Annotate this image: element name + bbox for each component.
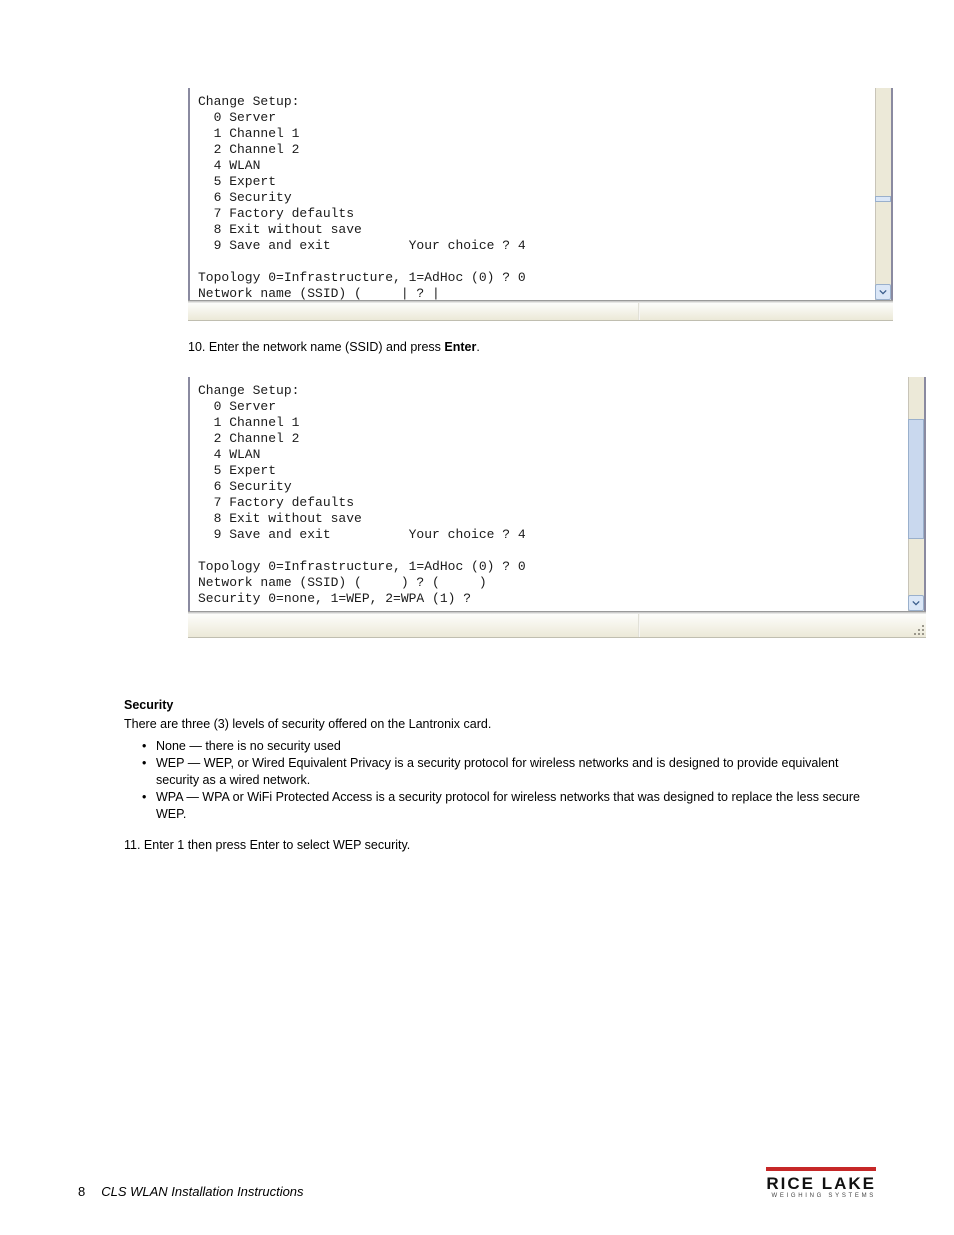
security-bullet: WEP — WEP, or Wired Equivalent Privacy i… bbox=[142, 755, 884, 789]
scrollbar-2[interactable] bbox=[908, 377, 924, 611]
scrollbar-1[interactable] bbox=[875, 88, 891, 300]
security-bullet: WPA — WPA or WiFi Protected Access is a … bbox=[142, 789, 884, 823]
security-bullets: None — there is no security usedWEP — WE… bbox=[142, 738, 884, 823]
taskbar-1 bbox=[188, 300, 893, 321]
enter-key-label-2: Enter bbox=[250, 838, 280, 852]
step-10-post: . bbox=[476, 340, 479, 354]
terminal-text-2: Change Setup: 0 Server 1 Channel 1 2 Cha… bbox=[190, 377, 924, 615]
step-10-pre: 10. Enter the network name (SSID) and pr… bbox=[188, 340, 444, 354]
terminal-figure-2: Change Setup: 0 Server 1 Channel 1 2 Cha… bbox=[188, 377, 876, 611]
footer-left: 8 CLS WLAN Installation Instructions bbox=[78, 1184, 304, 1199]
page-number: 8 bbox=[78, 1184, 85, 1199]
logo-bar bbox=[766, 1167, 876, 1171]
step-11-text: 11. Enter 1 then press Enter to select W… bbox=[124, 837, 884, 853]
scroll-down-button-1[interactable] bbox=[875, 284, 891, 300]
security-intro: There are three (3) levels of security o… bbox=[124, 716, 884, 732]
security-bullet: None — there is no security used bbox=[142, 738, 884, 755]
rice-lake-logo: RICE LAKE WEIGHING SYSTEMS bbox=[766, 1167, 876, 1199]
taskbar-divider-2 bbox=[638, 614, 640, 637]
taskbar-body-2 bbox=[188, 614, 926, 638]
terminal-window-1: Change Setup: 0 Server 1 Channel 1 2 Cha… bbox=[188, 88, 893, 300]
taskbar-2 bbox=[188, 611, 926, 638]
footer: 8 CLS WLAN Installation Instructions RIC… bbox=[78, 1167, 876, 1199]
resize-grip-icon[interactable] bbox=[910, 621, 924, 635]
security-section: Security There are three (3) levels of s… bbox=[124, 698, 884, 853]
terminal-window-2: Change Setup: 0 Server 1 Channel 1 2 Cha… bbox=[188, 377, 926, 611]
security-heading: Security bbox=[124, 698, 884, 712]
step-11-mid: then press bbox=[184, 838, 249, 852]
terminal-figure-1: Change Setup: 0 Server 1 Channel 1 2 Cha… bbox=[188, 88, 876, 300]
scroll-thumb-mark bbox=[875, 196, 891, 202]
logo-sub-text: WEIGHING SYSTEMS bbox=[766, 1193, 876, 1199]
taskbar-divider bbox=[638, 303, 640, 320]
scroll-down-button-2[interactable] bbox=[908, 595, 924, 611]
scroll-thumb-2[interactable] bbox=[908, 419, 924, 539]
step-11-pre: 11. Enter bbox=[124, 838, 177, 852]
step-10-text: 10. Enter the network name (SSID) and pr… bbox=[188, 339, 888, 355]
document-title: CLS WLAN Installation Instructions bbox=[101, 1184, 303, 1199]
enter-key-label: Enter bbox=[444, 340, 476, 354]
taskbar-body bbox=[188, 303, 893, 321]
chevron-down-icon bbox=[912, 599, 920, 607]
step-11-post: to select WEP security. bbox=[279, 838, 410, 852]
logo-main-text: RICE LAKE bbox=[766, 1174, 876, 1194]
terminal-text-1: Change Setup: 0 Server 1 Channel 1 2 Cha… bbox=[190, 88, 891, 310]
chevron-down-icon bbox=[879, 288, 887, 296]
page: Change Setup: 0 Server 1 Channel 1 2 Cha… bbox=[0, 0, 954, 1235]
